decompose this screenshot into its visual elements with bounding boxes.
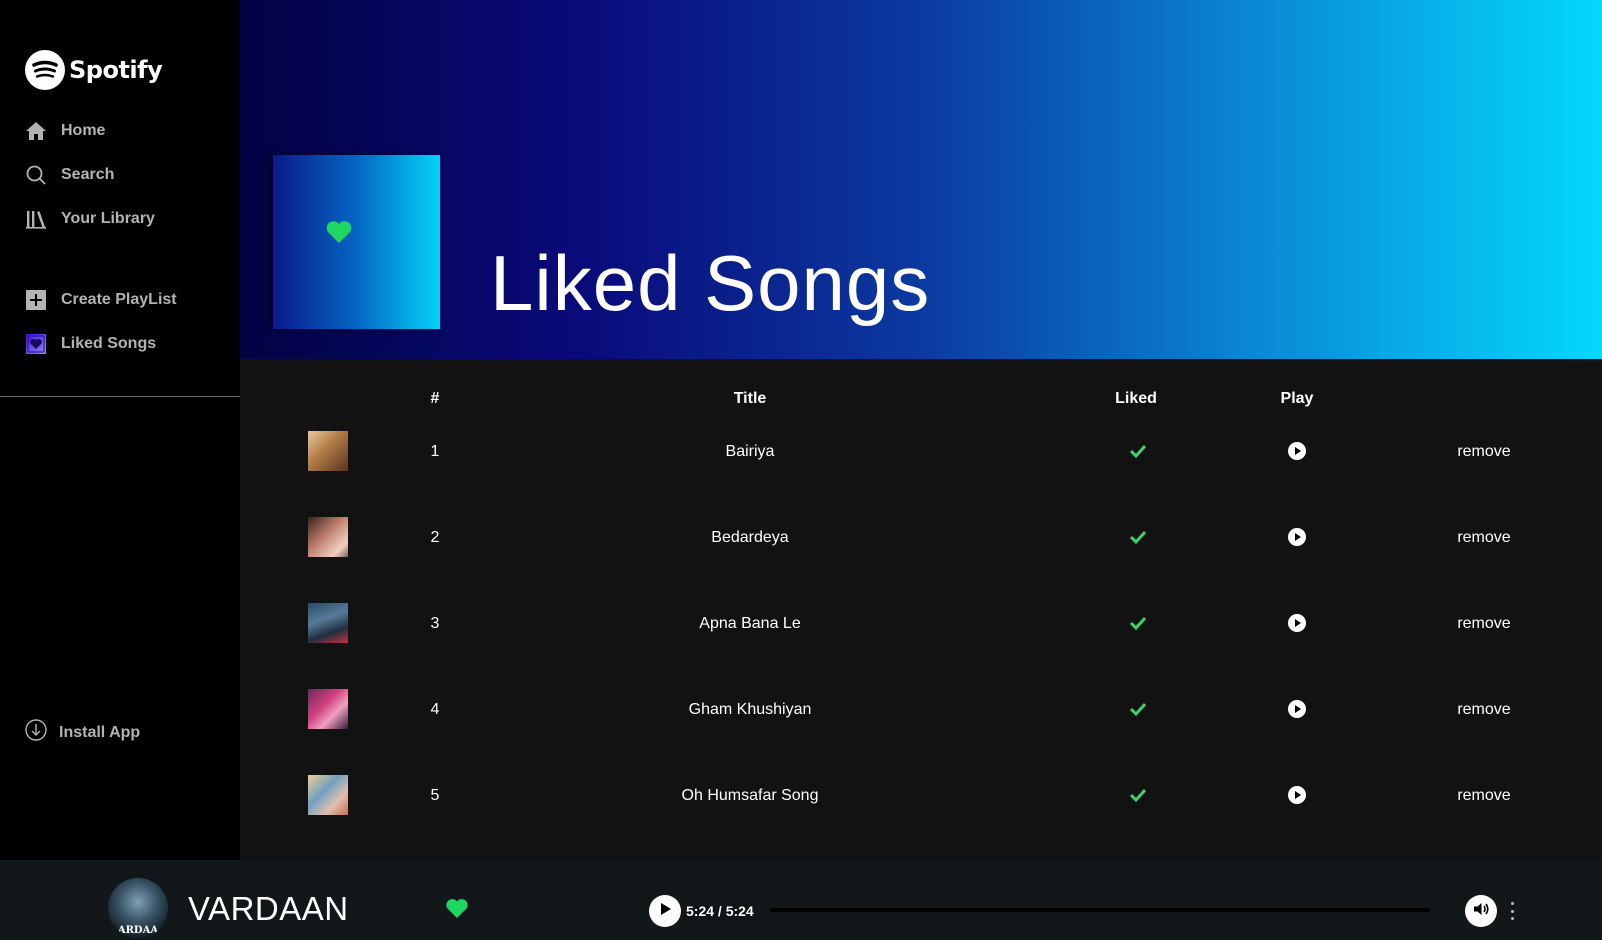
play-button[interactable] [649,895,681,927]
sidebar: Spotify Home Search Your Library Create … [0,0,240,860]
table-row: 2 Bedardeya remove [240,517,1602,603]
check-icon [1128,699,1148,719]
liked-songs-label: Liked Songs [61,335,157,352]
main-nav: Home Search Your Library [25,120,155,252]
song-number: 5 [430,787,440,804]
heart-icon[interactable] [445,898,469,924]
player-bar: ARDAA VARDAAN [0,860,1602,940]
check-icon [1128,527,1148,547]
more-vertical-icon[interactable] [1509,902,1515,920]
remove-button[interactable]: remove [1457,787,1510,805]
liked-songs-icon [25,333,47,355]
table-row: 3 Apna Bana Le remove [240,603,1602,689]
song-thumbnail [308,517,348,557]
remove-button[interactable]: remove [1457,529,1510,547]
create-playlist-button[interactable]: Create PlayList [25,289,177,311]
column-number: # [430,390,440,407]
song-thumbnail [308,689,348,729]
check-icon [1128,785,1148,805]
playlist-header: Liked Songs [240,0,1602,359]
play-icon [658,902,672,921]
spotify-logo[interactable]: Spotify [25,50,163,90]
artist-avatar: ARDAA [108,878,168,938]
playback-time: 5:24 / 5:24 [686,903,754,919]
table-row: 1 Bairiya remove [240,431,1602,517]
song-title: Bairiya [725,443,775,460]
table-row: 4 Gham Khushiyan remove [240,689,1602,775]
plus-square-icon [25,289,47,311]
volume-button[interactable] [1465,895,1497,927]
download-circle-icon [25,719,47,746]
playlist-cover [273,155,440,329]
song-title: Bedardeya [711,529,789,546]
column-liked: Liked [1115,390,1157,407]
nav-label-library: Your Library [61,210,155,227]
song-thumbnail [308,603,348,643]
song-title: Gham Khushiyan [688,701,812,718]
check-icon [1128,441,1148,461]
song-number: 4 [430,701,440,718]
spotify-logo-icon [25,50,65,90]
song-title: Oh Humsafar Song [681,787,819,804]
column-title: Title [733,390,767,407]
install-app-button[interactable]: Install App [25,719,140,746]
home-icon [25,120,47,142]
nav-label-search: Search [61,166,115,183]
remove-button[interactable]: remove [1457,615,1510,633]
song-number: 2 [430,529,440,546]
volume-icon [1472,900,1490,923]
nav-label-home: Home [61,122,106,139]
nav-item-library[interactable]: Your Library [25,208,155,230]
avatar-caption: ARDAA [117,925,159,936]
playlist-actions: Create PlayList Liked Songs [25,289,177,377]
brand-name: Spotify [69,56,163,84]
song-number: 1 [430,443,440,460]
songs-table: # Title Liked Play 1 Bairiya remove 2 Be… [240,359,1602,860]
search-icon [25,164,47,186]
remove-button[interactable]: remove [1457,443,1510,461]
song-thumbnail [308,775,348,815]
play-circle-icon[interactable] [1287,699,1307,719]
song-title: Apna Bana Le [699,615,801,632]
column-play: Play [1280,390,1314,407]
nav-item-search[interactable]: Search [25,164,155,186]
song-thumbnail [308,431,348,471]
check-icon [1128,613,1148,633]
heart-icon [325,220,353,249]
install-app-label: Install App [59,723,141,741]
library-icon [25,208,47,230]
sidebar-divider [0,396,240,397]
progress-fill [770,908,1430,912]
remove-button[interactable]: remove [1457,701,1510,719]
song-number: 3 [430,615,440,632]
play-circle-icon[interactable] [1287,785,1307,805]
artist-name: VARDAAN [188,890,349,927]
play-circle-icon[interactable] [1287,527,1307,547]
page-title: Liked Songs [490,239,931,327]
create-playlist-label: Create PlayList [61,291,177,308]
liked-songs-button[interactable]: Liked Songs [25,333,177,355]
progress-bar[interactable] [770,908,1430,912]
table-row: 5 Oh Humsafar Song remove [240,775,1602,861]
play-circle-icon[interactable] [1287,613,1307,633]
nav-item-home[interactable]: Home [25,120,155,142]
play-circle-icon[interactable] [1287,441,1307,461]
